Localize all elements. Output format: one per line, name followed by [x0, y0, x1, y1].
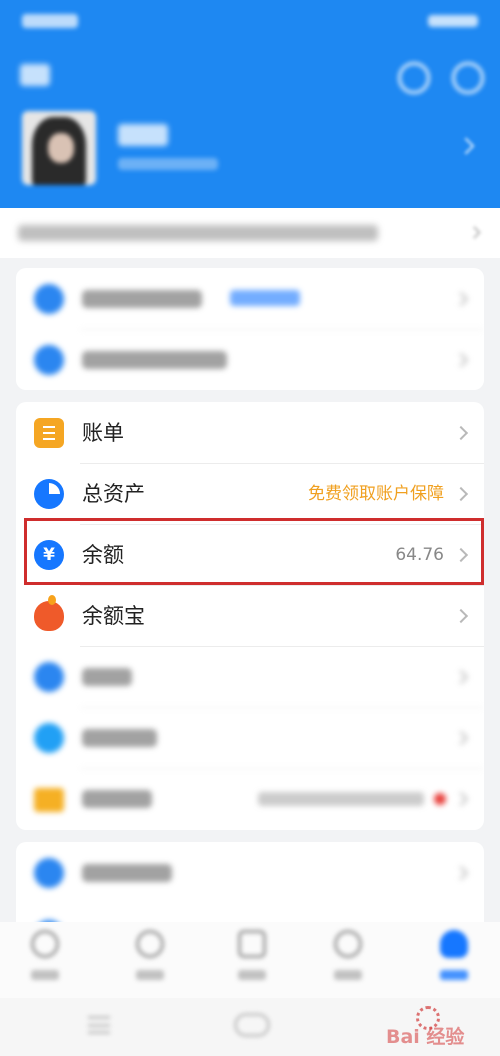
- home-button-icon[interactable]: [234, 1013, 270, 1037]
- watermark-text: Bai 经验: [386, 1026, 465, 1048]
- assets-label: 总资产: [82, 482, 145, 506]
- balance-row[interactable]: ¥ 余额 64.76: [16, 524, 484, 586]
- yuebao-label: 余额宝: [82, 604, 145, 628]
- bill-row[interactable]: 账单: [16, 402, 484, 464]
- list-item[interactable]: [16, 707, 484, 769]
- bill-list-icon: [34, 418, 64, 448]
- notice-bar[interactable]: [0, 208, 500, 258]
- page-title: [20, 64, 50, 88]
- user-nickname: [118, 124, 168, 150]
- list-item[interactable]: [16, 268, 484, 330]
- pie-chart-icon: [34, 479, 64, 509]
- status-bar-left: [22, 14, 78, 28]
- chevron-right-icon: [453, 425, 469, 441]
- customer-service-icon[interactable]: [398, 62, 430, 94]
- item-label: [82, 790, 152, 808]
- life-icon: [238, 930, 266, 958]
- red-dot-badge: [434, 793, 446, 805]
- avatar[interactable]: [22, 111, 96, 185]
- watermark: Bai 经验: [386, 1006, 496, 1050]
- wealth-icon: [136, 930, 164, 958]
- item-label: [82, 668, 132, 686]
- services-card: [16, 842, 484, 932]
- tab-messages[interactable]: [328, 930, 368, 990]
- list-item[interactable]: [16, 329, 484, 390]
- chevron-right-icon: [468, 226, 481, 239]
- tab-label: [440, 970, 468, 980]
- wealth-card: 账单 总资产 免费领取账户保障 ¥ 余额 64.76 余额宝: [16, 402, 484, 830]
- account-subtitle: [118, 158, 218, 170]
- service-icon: [34, 858, 64, 888]
- tab-label: [31, 970, 59, 980]
- chevron-right-icon: [453, 547, 469, 563]
- assets-promo-text[interactable]: 免费领取账户保障: [308, 483, 444, 505]
- chevron-right-icon: [453, 486, 469, 502]
- yuebao-icon: [34, 595, 64, 631]
- tab-label: [238, 970, 266, 980]
- chevron-right-icon: [453, 865, 469, 881]
- balance-label: 余额: [82, 543, 124, 567]
- menu-icon[interactable]: [88, 1016, 110, 1034]
- tab-label: [334, 970, 362, 980]
- bill-label: 账单: [82, 421, 124, 445]
- security-card: [16, 268, 484, 390]
- home-icon: [31, 930, 59, 958]
- tab-label: [136, 970, 164, 980]
- profile-header: [0, 0, 500, 208]
- list-item[interactable]: [16, 842, 484, 904]
- notice-text: [18, 225, 378, 241]
- item-label: [82, 864, 172, 882]
- bottom-tab-bar: [0, 922, 500, 998]
- chevron-right-icon: [453, 291, 469, 307]
- settings-gear-icon[interactable]: [452, 62, 484, 94]
- item-label: [82, 351, 227, 369]
- promo-badge: [230, 290, 300, 306]
- chevron-right-icon: [453, 730, 469, 746]
- person-icon: [440, 930, 468, 958]
- status-bar: [22, 12, 478, 32]
- list-item[interactable]: [16, 646, 484, 708]
- chevron-right-icon[interactable]: [457, 137, 475, 155]
- shield-check-icon: [34, 345, 64, 375]
- yuebao-row[interactable]: 余额宝: [16, 585, 484, 647]
- list-item[interactable]: [16, 768, 484, 830]
- chevron-right-icon: [453, 352, 469, 368]
- chevron-right-icon: [453, 791, 469, 807]
- tab-me[interactable]: [434, 930, 474, 990]
- balance-amount: 64.76: [395, 545, 444, 565]
- tab-wealth[interactable]: [130, 930, 170, 990]
- chat-icon: [334, 930, 362, 958]
- tab-life[interactable]: [232, 930, 272, 990]
- item-label: [82, 290, 202, 308]
- assets-row[interactable]: 总资产 免费领取账户保障: [16, 463, 484, 525]
- yen-coin-icon: ¥: [34, 540, 64, 570]
- item-label: [82, 729, 157, 747]
- tab-home[interactable]: [25, 930, 65, 990]
- shield-icon: [34, 284, 64, 314]
- chevron-right-icon: [453, 669, 469, 685]
- battery-icon: [428, 15, 478, 27]
- chevron-right-icon: [453, 608, 469, 624]
- bank-card-hint: [258, 792, 424, 806]
- bank-card-icon: [34, 788, 64, 812]
- huabei-icon: [34, 723, 64, 753]
- fund-icon: [34, 662, 64, 692]
